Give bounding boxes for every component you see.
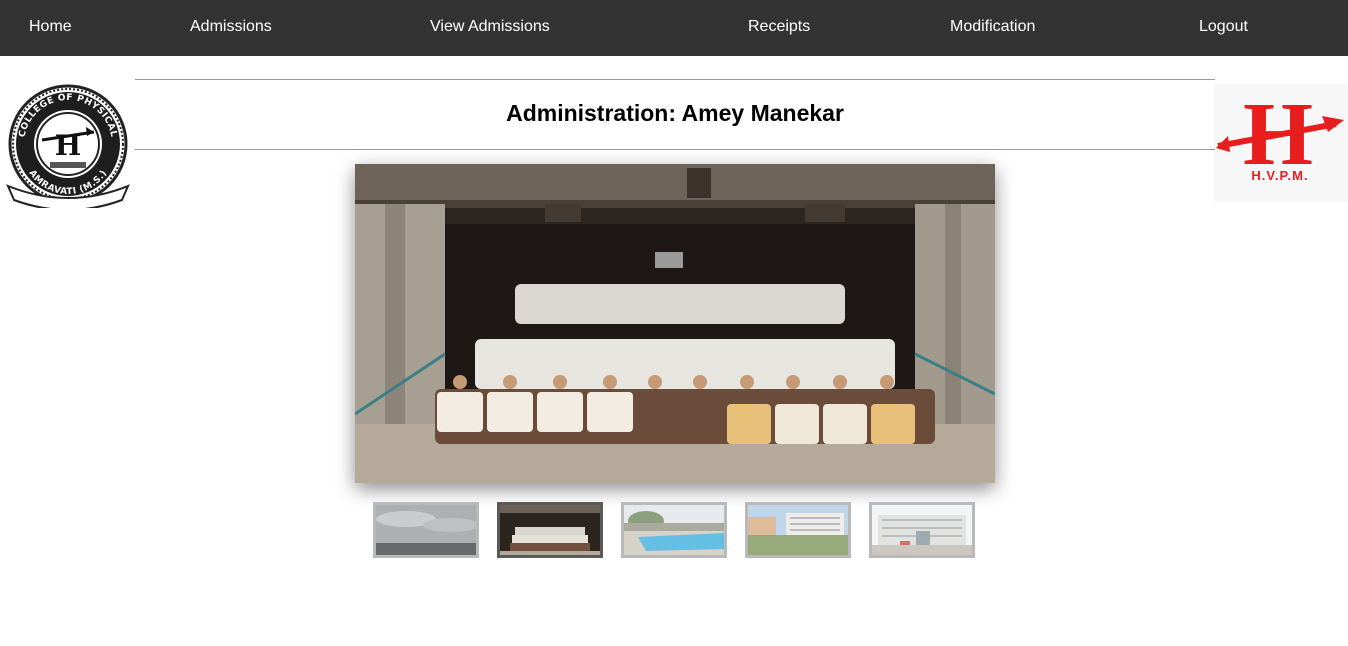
hvpm-logo: H H.V.P.M. <box>1214 84 1348 202</box>
title-divider-bottom <box>135 149 1215 150</box>
college-building-thumbnail-icon <box>872 505 972 555</box>
group-photo-thumbnail-icon <box>500 505 600 555</box>
page-title: Administration: Amey Manekar <box>506 100 844 126</box>
nav-modification-link[interactable]: Modification <box>950 0 1035 56</box>
nav-logout-link[interactable]: Logout <box>1199 0 1248 56</box>
campus-building-thumbnail-icon <box>748 505 848 555</box>
hvpm-logo-text: H.V.P.M. <box>1251 168 1308 183</box>
nav-admissions-link[interactable]: Admissions <box>190 0 272 56</box>
title-divider-top <box>135 79 1215 80</box>
gallery-thumbnail-5[interactable] <box>869 502 975 558</box>
swimming-pool-thumbnail-icon <box>624 505 724 555</box>
nav-receipts-link[interactable]: Receipts <box>748 0 810 56</box>
sky-thumbnail-icon <box>376 505 476 555</box>
college-seal-logo: COLLEGE OF PHYSICAL AMRAVATI (M.S.) H <box>6 82 130 211</box>
gallery-thumbnail-4[interactable] <box>745 502 851 558</box>
nav-home-link[interactable]: Home <box>29 0 72 56</box>
gallery-thumbnail-3[interactable] <box>621 502 727 558</box>
gallery-thumbnail-2[interactable] <box>497 502 603 558</box>
main-slideshow-photo <box>355 164 995 483</box>
nav-view-admissions-link[interactable]: View Admissions <box>430 0 550 56</box>
top-navbar: Home Admissions View Admissions Receipts… <box>0 0 1348 56</box>
gallery-thumbnail-1[interactable] <box>373 502 479 558</box>
